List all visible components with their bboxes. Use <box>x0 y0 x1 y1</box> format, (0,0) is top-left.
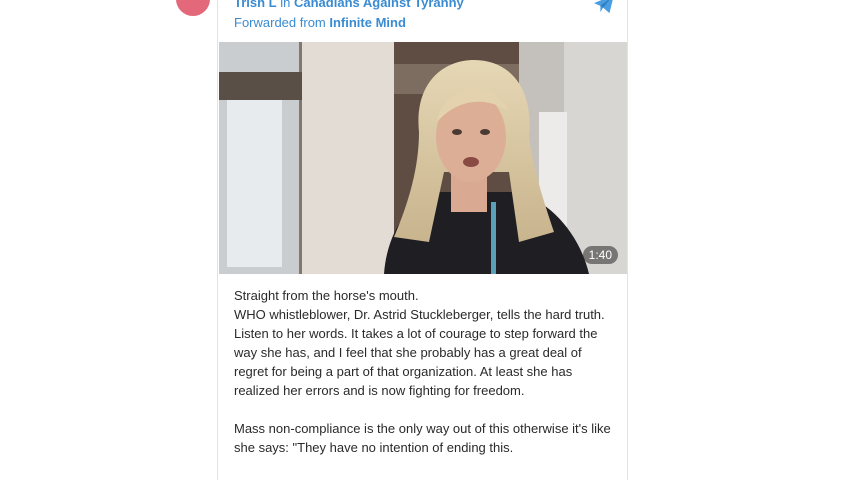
video-duration: 1:40 <box>582 246 618 264</box>
author-name[interactable]: Trish L <box>234 0 277 10</box>
video-frame <box>219 42 627 274</box>
forwarded-prefix: Forwarded from <box>234 15 326 30</box>
forwarded-source[interactable]: Infinite Mind <box>329 15 406 30</box>
message-header: Trish L in Canadians Against Tyranny For… <box>234 0 594 32</box>
message-paragraph1: WHO whistleblower, Dr. Astrid Stuckleber… <box>234 307 605 398</box>
message-text: Straight from the horse's mouth. WHO whi… <box>234 286 618 457</box>
left-background <box>0 0 217 480</box>
video-thumbnail[interactable]: 1:40 <box>219 42 627 274</box>
telegram-plane-icon[interactable] <box>593 0 615 14</box>
message-line1: Straight from the horse's mouth. <box>234 288 419 303</box>
author-line: Trish L in Canadians Against Tyranny <box>234 0 594 12</box>
in-word: in <box>280 0 291 10</box>
right-background <box>628 0 854 480</box>
message-paragraph2: Mass non-compliance is the only way out … <box>234 421 611 455</box>
message-card: Trish L in Canadians Against Tyranny For… <box>217 0 628 480</box>
forwarded-line: Forwarded from Infinite Mind <box>234 14 594 32</box>
channel-name[interactable]: Canadians Against Tyranny <box>294 0 464 10</box>
